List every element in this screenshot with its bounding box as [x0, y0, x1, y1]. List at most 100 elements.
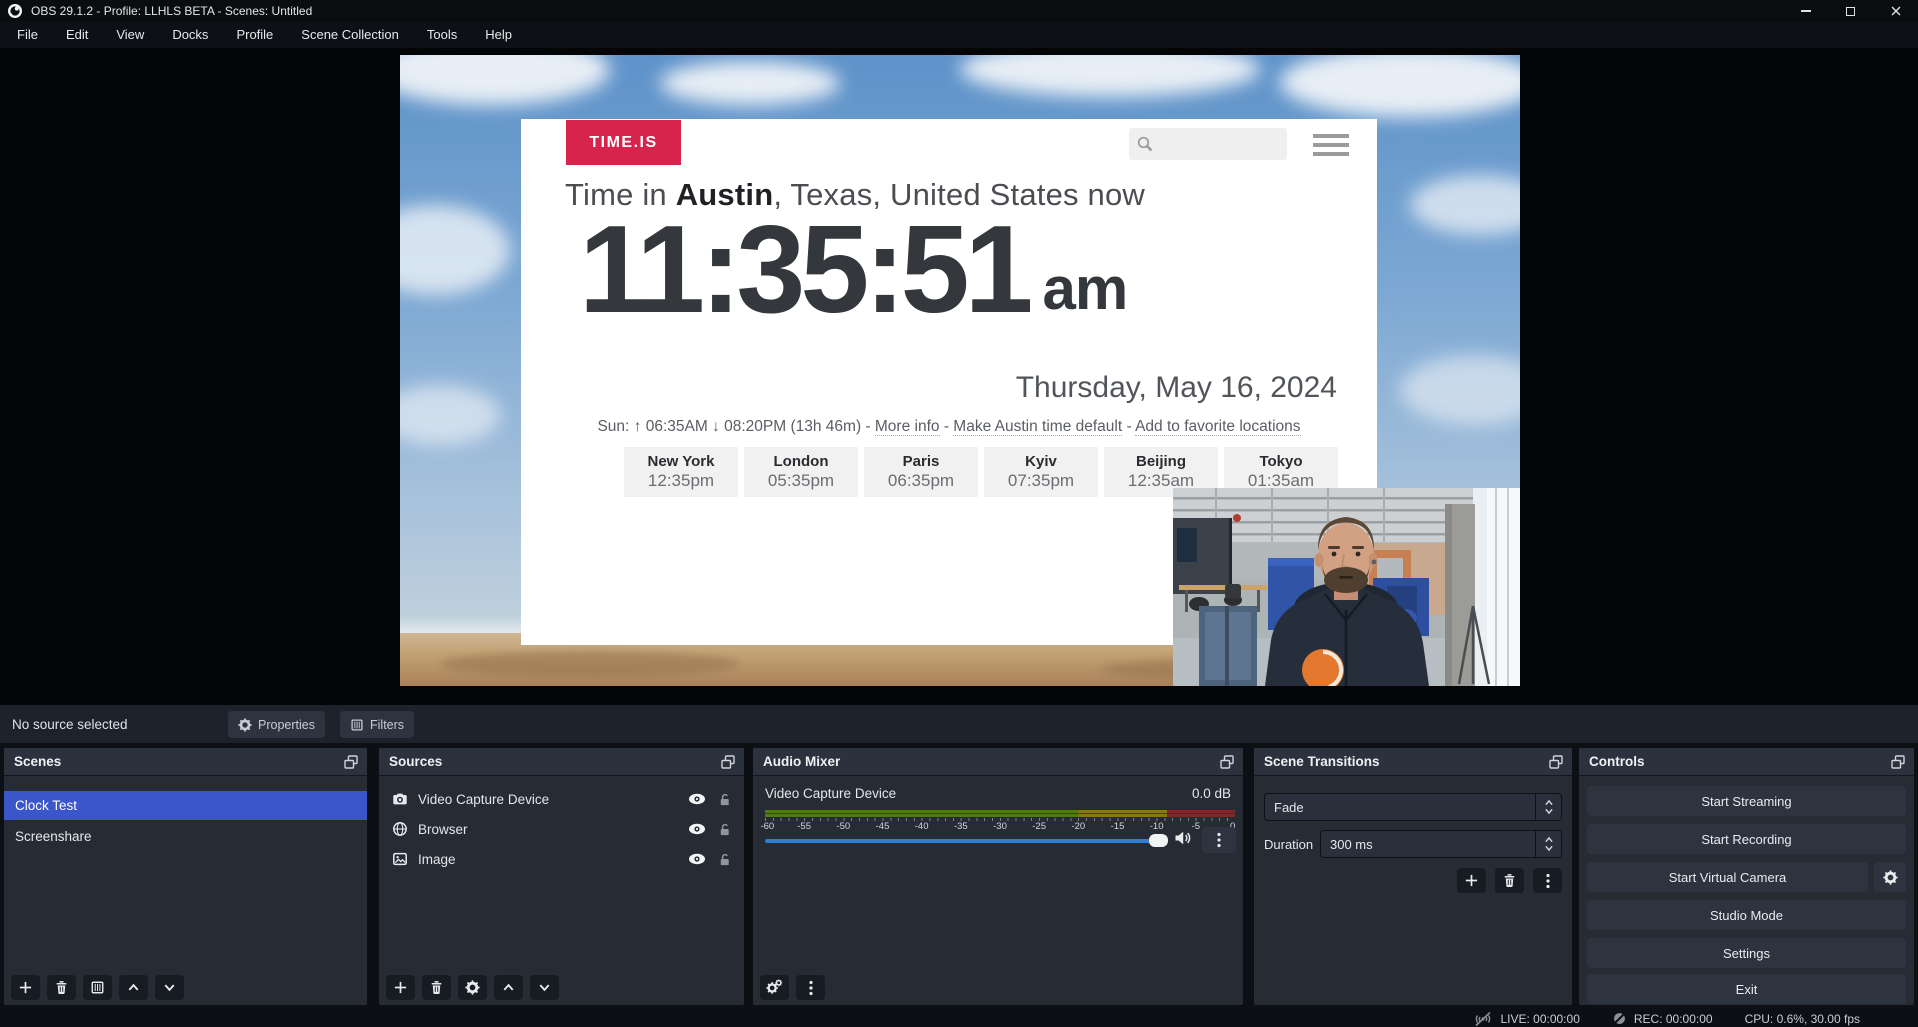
chevron-down-icon	[1544, 808, 1554, 815]
menu-scene-collection[interactable]: Scene Collection	[287, 22, 413, 48]
cloud	[400, 385, 500, 445]
source-row-video-capture[interactable]: Video Capture Device	[379, 784, 744, 814]
maximize-button[interactable]	[1828, 0, 1873, 22]
scene-up-button[interactable]	[119, 975, 148, 1000]
eye-icon[interactable]	[688, 822, 706, 836]
speaker-icon[interactable]	[1174, 830, 1192, 846]
properties-button[interactable]: Properties	[228, 711, 325, 738]
program-preview[interactable]: TIME.IS Time in Austin, Texas, United St…	[400, 55, 1520, 686]
sun-info-line: Sun: ↑ 06:35AM ↓ 08:20PM (13h 46m) - Mor…	[521, 418, 1377, 436]
status-bar: LIVE: 00:00:00 REC: 00:00:00 CPU: 0.6%, …	[0, 1010, 1918, 1027]
chevron-up-icon	[1544, 836, 1554, 843]
exit-button[interactable]: Exit	[1587, 974, 1906, 1004]
menu-docks[interactable]: Docks	[158, 22, 222, 48]
studio-mode-button[interactable]: Studio Mode	[1587, 900, 1906, 930]
eye-icon[interactable]	[688, 852, 706, 866]
duration-spinbox[interactable]: 300 ms	[1320, 830, 1562, 858]
remove-scene-button[interactable]	[47, 975, 76, 1000]
scene-item-clock-test[interactable]: Clock Test	[4, 791, 367, 820]
scene-filters-button[interactable]	[83, 975, 112, 1000]
trash-icon	[429, 980, 444, 995]
start-virtual-camera-button[interactable]: Start Virtual Camera	[1587, 862, 1868, 892]
source-properties-button[interactable]	[458, 975, 487, 1000]
gears-icon	[766, 979, 783, 996]
remove-source-button[interactable]	[422, 975, 451, 1000]
cloud	[960, 55, 1260, 97]
controls-panel-header[interactable]: Controls	[1579, 748, 1914, 776]
chevron-up-icon	[501, 980, 516, 995]
start-recording-button[interactable]: Start Recording	[1587, 824, 1906, 854]
search-box	[1129, 128, 1287, 160]
source-up-button[interactable]	[494, 975, 523, 1000]
meter-tick-label: -30	[993, 821, 1007, 832]
menu-view[interactable]: View	[102, 22, 158, 48]
menu-help[interactable]: Help	[471, 22, 526, 48]
transition-select[interactable]: Fade	[1264, 793, 1562, 821]
meter-tick-label: -20	[1071, 821, 1085, 832]
meter-tick-label: -45	[876, 821, 890, 832]
scenes-panel-header[interactable]: Scenes	[4, 748, 367, 776]
audio-mixer-panel-header[interactable]: Audio Mixer	[753, 748, 1243, 776]
transition-menu-button[interactable]	[1533, 868, 1562, 893]
filters-button[interactable]: Filters	[340, 711, 414, 738]
close-icon	[1888, 3, 1904, 19]
plus-icon	[393, 980, 408, 995]
source-row-browser[interactable]: Browser	[379, 814, 744, 844]
lock-open-icon[interactable]	[717, 822, 732, 837]
search-icon	[1136, 135, 1154, 153]
menu-file[interactable]: File	[3, 22, 52, 48]
volume-slider[interactable]	[765, 839, 1163, 843]
advanced-audio-button[interactable]	[760, 975, 789, 1000]
add-transition-button[interactable]	[1457, 868, 1486, 893]
menu-tools[interactable]: Tools	[413, 22, 471, 48]
scene-down-button[interactable]	[155, 975, 184, 1000]
meter-tick-label: -35	[954, 821, 968, 832]
gear-icon	[1883, 870, 1898, 885]
scene-transitions-panel-header[interactable]: Scene Transitions	[1254, 748, 1572, 776]
popup-icon	[1548, 754, 1564, 770]
world-clock-paris: Paris06:35pm	[864, 447, 978, 497]
scenes-panel: Scenes Clock Test Screenshare	[4, 748, 367, 1005]
minimize-icon	[1801, 10, 1811, 11]
scene-item-screenshare[interactable]: Screenshare	[4, 822, 367, 851]
minimize-button[interactable]	[1783, 0, 1828, 22]
plus-icon	[18, 980, 33, 995]
close-button[interactable]	[1873, 0, 1918, 22]
add-favorite-link: Add to favorite locations	[1135, 418, 1300, 436]
cloud	[1400, 355, 1520, 425]
mixer-channel-menu-button[interactable]	[1202, 827, 1236, 853]
chevron-down-icon	[1544, 845, 1554, 852]
lock-open-icon[interactable]	[717, 792, 732, 807]
menu-profile[interactable]: Profile	[222, 22, 287, 48]
volume-slider-handle[interactable]	[1149, 834, 1168, 847]
kebab-icon	[1545, 873, 1551, 889]
source-row-image[interactable]: Image	[379, 844, 744, 874]
stream-off-icon	[1473, 1011, 1493, 1027]
chevron-down-icon	[537, 980, 552, 995]
meter-tick-label: -5	[1192, 821, 1200, 832]
popup-icon	[720, 754, 736, 770]
add-source-button[interactable]	[386, 975, 415, 1000]
menu-bar: File Edit View Docks Profile Scene Colle…	[0, 22, 1918, 48]
duration-spin-arrows[interactable]	[1535, 831, 1561, 857]
settings-button[interactable]: Settings	[1587, 938, 1906, 968]
mixer-menu-button[interactable]	[796, 975, 825, 1000]
remove-transition-button[interactable]	[1495, 868, 1524, 893]
source-down-button[interactable]	[530, 975, 559, 1000]
eye-icon[interactable]	[688, 792, 706, 806]
transition-select-arrows[interactable]	[1535, 794, 1561, 820]
sources-panel-header[interactable]: Sources	[379, 748, 744, 776]
window-title: OBS 29.1.2 - Profile: LLHLS BETA - Scene…	[31, 4, 312, 18]
cpu-fps-stats: CPU: 0.6%, 30.00 fps	[1745, 1012, 1860, 1026]
no-source-selected-text: No source selected	[12, 717, 128, 732]
start-streaming-button[interactable]: Start Streaming	[1587, 786, 1906, 816]
menu-edit[interactable]: Edit	[52, 22, 102, 48]
gear-icon	[238, 718, 252, 732]
virtual-camera-config-button[interactable]	[1874, 862, 1906, 892]
selected-source-bar: No source selected Properties Filters	[0, 705, 1918, 743]
add-scene-button[interactable]	[11, 975, 40, 1000]
filter-icon	[90, 980, 105, 995]
plus-icon	[1464, 873, 1479, 888]
popup-icon	[1890, 754, 1906, 770]
lock-open-icon[interactable]	[717, 852, 732, 867]
